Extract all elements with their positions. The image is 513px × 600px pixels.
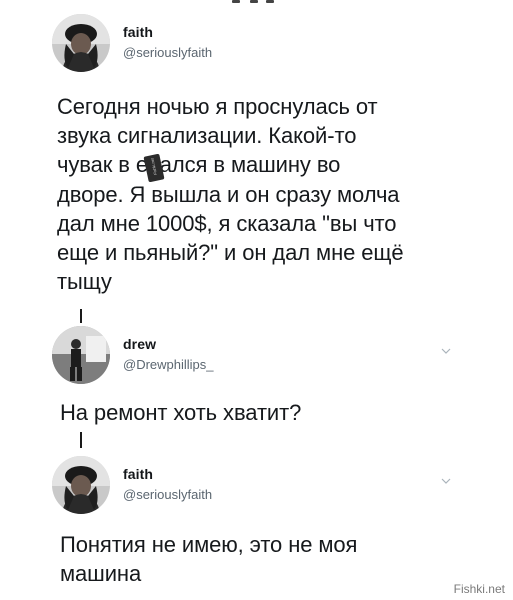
username-handle[interactable]: @Drewphillips_ [123,357,214,372]
censor-sticker-label: Fishki.net [149,157,158,176]
display-name[interactable]: faith [123,24,153,40]
avatar[interactable] [52,456,110,514]
display-name[interactable]: drew [123,336,156,352]
username-handle[interactable]: @seriouslyfaith [123,487,212,502]
display-name[interactable]: faith [123,466,153,482]
watermark: Fishki.net [453,582,505,596]
tweet-body: Сегодня ночью я проснулась от звука сигн… [57,94,404,295]
tweet-body: На ремонт хоть хватит? [60,400,302,425]
thread-connector-line [80,432,82,448]
cropped-previous-tweet-edge [232,0,292,3]
chevron-down-icon[interactable] [440,346,452,356]
tweet-header: faith @seriouslyfaith [52,14,492,74]
avatar[interactable] [52,326,110,384]
username-handle[interactable]: @seriouslyfaith [123,45,212,60]
tweet-body: Понятия не имею, это не моя машина [60,532,358,587]
thread-connector-line [80,309,82,323]
tweet-header: faith @seriouslyfaith [52,456,492,516]
avatar[interactable] [52,14,110,72]
tweet-header: drew @Drewphillips_ [52,326,492,386]
chevron-down-icon[interactable] [440,476,452,486]
